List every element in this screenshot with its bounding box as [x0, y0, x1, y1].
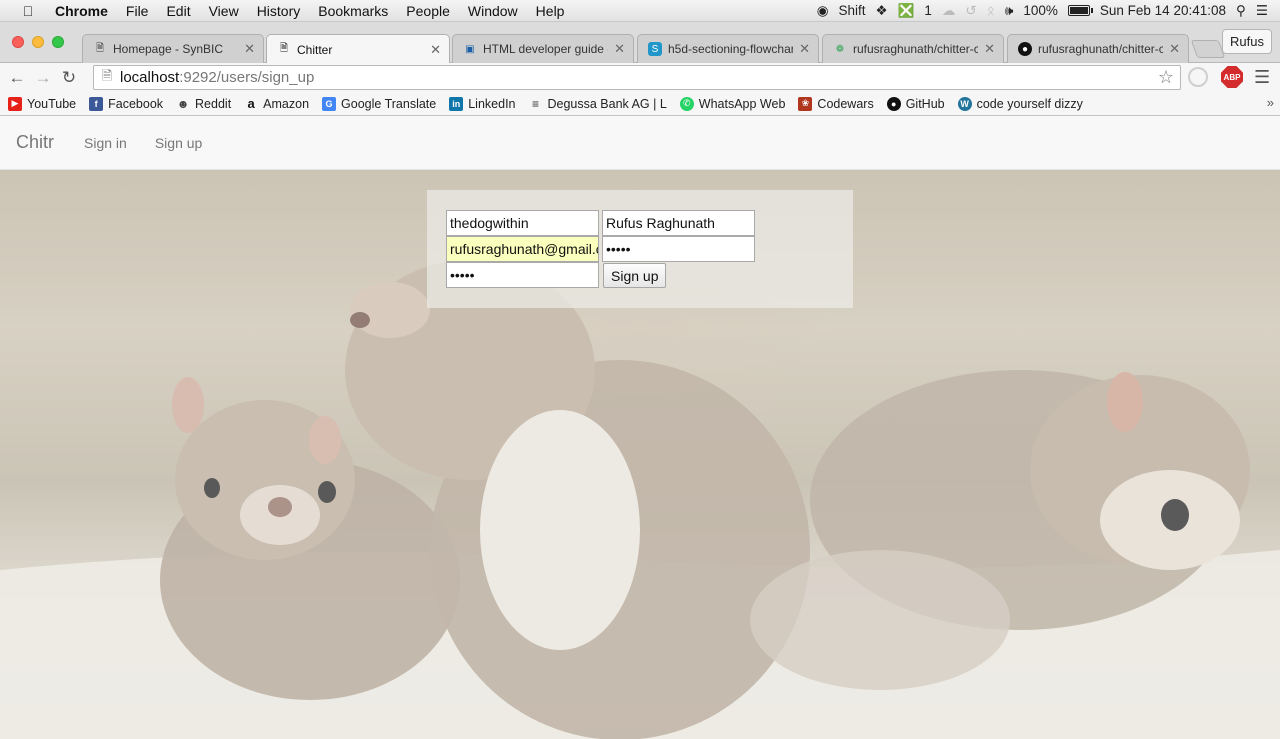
- chrome-menu-icon[interactable]: ☰: [1254, 67, 1270, 88]
- url-host: localhost: [120, 69, 180, 86]
- tab-close-icon[interactable]: ✕: [244, 41, 255, 57]
- notification-count: 1: [924, 3, 932, 18]
- bookmark-whatsapp[interactable]: ✆ WhatsApp Web: [679, 96, 785, 111]
- battery-percent[interactable]: 100%: [1023, 3, 1058, 18]
- menu-app-chrome[interactable]: Chrome: [46, 3, 117, 19]
- wordpress-icon: W: [957, 96, 972, 111]
- page-icon: 🗎: [279, 43, 289, 54]
- tab-h5d-flowchart[interactable]: S h5d-sectioning-flowchar ✕: [637, 34, 819, 63]
- nav-sign-in[interactable]: Sign in: [84, 135, 127, 151]
- tab-chitter-repo-1[interactable]: ❁ rufusraghunath/chitter-c ✕: [822, 34, 1004, 63]
- adobe-icon[interactable]: ❎: [898, 3, 915, 19]
- github-icon: ●: [886, 96, 901, 111]
- notification-center-icon[interactable]: ☰: [1256, 3, 1268, 19]
- menu-bookmarks[interactable]: Bookmarks: [309, 3, 397, 19]
- password-confirmation-field[interactable]: •••••: [446, 262, 599, 288]
- menu-edit[interactable]: Edit: [157, 3, 199, 19]
- bookmark-amazon[interactable]: a Amazon: [244, 96, 309, 111]
- menu-people[interactable]: People: [397, 3, 459, 19]
- bookmark-code-yourself-dizzy[interactable]: W code yourself dizzy: [957, 96, 1083, 111]
- bluetooth-icon[interactable]: ᛟ: [987, 3, 995, 18]
- macos-menubar:  Chrome File Edit View History Bookmark…: [0, 0, 1280, 22]
- bookmark-linkedin[interactable]: in LinkedIn: [449, 96, 516, 111]
- close-window-button[interactable]: [12, 36, 24, 48]
- back-icon[interactable]: ←: [4, 68, 30, 88]
- window-controls: [12, 36, 64, 48]
- adblock-plus-icon[interactable]: ABP: [1221, 66, 1243, 88]
- site-navbar: Chitr Sign in Sign up: [0, 116, 1280, 170]
- page-viewport: Chitr Sign in Sign up thedogwithin Rufus…: [0, 116, 1280, 739]
- tab-close-icon[interactable]: ✕: [614, 41, 625, 57]
- linkedin-icon: in: [449, 96, 464, 111]
- s-icon: S: [648, 42, 662, 56]
- tab-homepage-synbic[interactable]: 🗎 Homepage - SynBIC ✕: [82, 34, 264, 63]
- clock[interactable]: Sun Feb 14 20:41:08: [1100, 3, 1226, 18]
- url-path: :9292/users/sign_up: [179, 69, 315, 86]
- tab-close-icon[interactable]: ✕: [984, 41, 995, 57]
- apple-icon[interactable]: : [10, 3, 46, 19]
- input-source-label[interactable]: Shift: [838, 3, 865, 18]
- tab-close-icon[interactable]: ✕: [430, 42, 441, 58]
- minimize-window-button[interactable]: [32, 36, 44, 48]
- password-field[interactable]: •••••: [602, 236, 755, 262]
- email-field[interactable]: rufusraghunath@gmail.com: [446, 236, 599, 262]
- circle-icon: ❁: [835, 43, 845, 55]
- bookmarks-overflow-icon[interactable]: »: [1267, 95, 1274, 110]
- menu-file[interactable]: File: [117, 3, 158, 19]
- site-brand[interactable]: Chitr: [16, 132, 54, 153]
- browser-toolbar: ← → ↻ 🗎 localhost:9292/users/sign_up ☆: [0, 63, 1280, 92]
- username-field[interactable]: thedogwithin: [446, 210, 599, 236]
- new-tab-button[interactable]: [1190, 40, 1226, 58]
- tab-html-guide[interactable]: ▣ HTML developer guide - ✕: [452, 34, 634, 63]
- forward-icon[interactable]: →: [30, 68, 56, 88]
- reload-icon[interactable]: ↻: [56, 68, 82, 88]
- youtube-icon: ▶: [8, 96, 22, 111]
- sign-up-button[interactable]: Sign up: [603, 263, 667, 288]
- sign-up-form: thedogwithin Rufus Raghunath rufusraghun…: [427, 190, 853, 308]
- bookmarks-bar: ▶ YouTube f Facebook ☻ Reddit a Amazon G…: [0, 92, 1280, 116]
- page-icon: 🗎: [95, 42, 105, 54]
- bookmark-reddit[interactable]: ☻ Reddit: [176, 97, 231, 111]
- profile-button[interactable]: Rufus: [1222, 29, 1272, 54]
- bookmark-google-translate[interactable]: G Google Translate: [322, 96, 436, 111]
- address-bar[interactable]: 🗎 localhost:9292/users/sign_up ☆: [93, 65, 1181, 90]
- tab-strip: 🗎 Homepage - SynBIC ✕ 🗎 Chitter ✕ ▣ HTML…: [0, 22, 1280, 64]
- amazon-icon: a: [247, 96, 255, 111]
- whatsapp-icon: ✆: [679, 96, 694, 111]
- tab-close-icon[interactable]: ✕: [799, 41, 810, 57]
- tab-chitter[interactable]: 🗎 Chitter ✕: [266, 34, 450, 64]
- bookmark-facebook[interactable]: f Facebook: [89, 96, 163, 111]
- bookmark-codewars[interactable]: ❀ Codewars: [798, 96, 874, 111]
- zoom-window-button[interactable]: [52, 36, 64, 48]
- menu-view[interactable]: View: [200, 3, 248, 19]
- shazam-icon[interactable]: ◉: [817, 3, 829, 19]
- dropbox-icon[interactable]: ❖: [875, 3, 887, 19]
- bookmark-degussa[interactable]: ≡ Degussa Bank AG | L: [529, 97, 667, 111]
- translate-icon: G: [322, 96, 337, 111]
- facebook-icon: f: [89, 96, 104, 111]
- time-machine-icon[interactable]: ↺: [965, 3, 976, 19]
- bookmark-github[interactable]: ● GitHub: [886, 96, 945, 111]
- status-area: ◉ Shift ❖ ❎ 1 ☁ ↺ ᛟ 🕪 100% Sun Feb 14 20…: [817, 3, 1280, 19]
- github-icon: ●: [1018, 42, 1032, 56]
- degussa-icon: ≡: [531, 96, 539, 111]
- menu-window[interactable]: Window: [459, 3, 527, 19]
- page-info-icon[interactable]: 🗎: [94, 67, 120, 89]
- guide-icon: ▣: [465, 43, 475, 55]
- tab-chitter-repo-2[interactable]: ● rufusraghunath/chitter-c ✕: [1007, 34, 1189, 63]
- reddit-icon: ☻: [176, 96, 190, 111]
- tab-close-icon[interactable]: ✕: [1169, 41, 1180, 57]
- battery-icon[interactable]: [1067, 5, 1093, 16]
- bookmark-star-icon[interactable]: ☆: [1158, 67, 1174, 88]
- name-field[interactable]: Rufus Raghunath: [602, 210, 755, 236]
- codewars-icon: ❀: [798, 96, 813, 111]
- nav-sign-up[interactable]: Sign up: [155, 135, 202, 151]
- bookmark-youtube[interactable]: ▶ YouTube: [8, 96, 76, 111]
- spotlight-icon[interactable]: ⚲: [1236, 3, 1246, 19]
- volume-icon[interactable]: 🕪: [1005, 3, 1014, 19]
- extension-icon[interactable]: [1188, 67, 1208, 87]
- cloud-icon[interactable]: ☁: [942, 3, 956, 19]
- menu-history[interactable]: History: [248, 3, 310, 19]
- menu-help[interactable]: Help: [527, 3, 574, 19]
